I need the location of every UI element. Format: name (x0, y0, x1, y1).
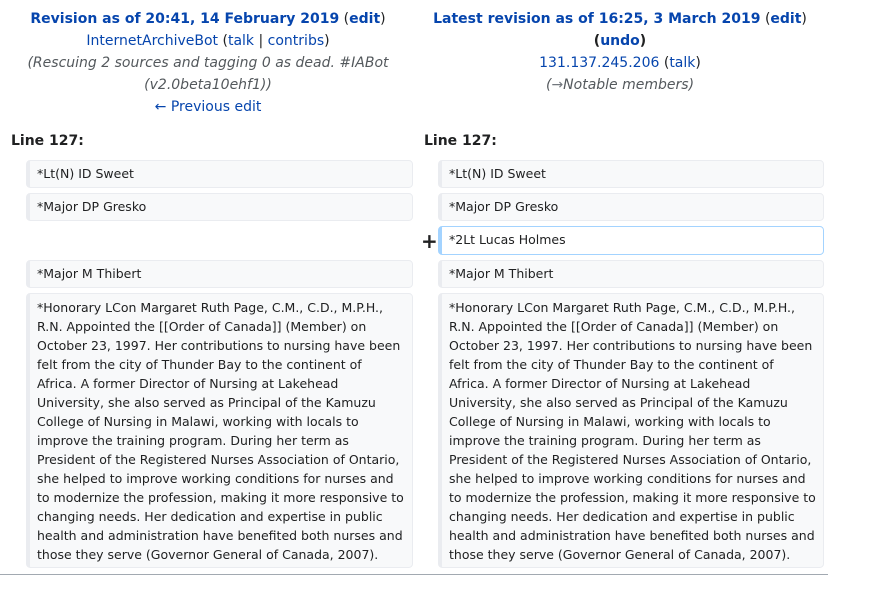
new-revision-title-link[interactable]: Latest revision as of 16:25, 3 March 201… (433, 11, 760, 27)
new-talk-close-paren: ) (695, 55, 701, 71)
new-context-line: *Major DP Gresko (438, 193, 824, 221)
new-context-paragraph: *Honorary LCon Margaret Ruth Page, C.M.,… (438, 293, 824, 568)
new-edit-summary: Notable members (563, 77, 689, 93)
old-links-separator: | (258, 33, 264, 49)
undo-close-paren: ) (639, 33, 647, 49)
added-line-marker: + (421, 229, 438, 253)
previous-edit-link[interactable]: ← Previous edit (155, 99, 262, 115)
new-edit-link[interactable]: edit (770, 11, 801, 27)
old-edit-close-paren: ) (380, 11, 386, 27)
old-user-link[interactable]: InternetArchiveBot (86, 33, 218, 49)
old-edit-link[interactable]: edit (349, 11, 380, 27)
old-contribs-link[interactable]: contribs (268, 33, 324, 49)
old-line-number: Line 127: (11, 133, 84, 149)
old-context-line: *Lt(N) ID Sweet (26, 160, 413, 188)
new-edit-close-paren: ) (801, 11, 807, 27)
old-edit-summary-line2: (v2.0beta10ehf1)) (144, 77, 272, 93)
old-context-paragraph: *Honorary LCon Margaret Ruth Page, C.M.,… (26, 293, 413, 568)
section-arrow-link[interactable]: → (551, 77, 563, 93)
new-context-line: *Major M Thibert (438, 260, 824, 288)
old-context-line: *Major M Thibert (26, 260, 413, 288)
new-talk-link[interactable]: talk (669, 55, 695, 71)
new-line-number: Line 127: (424, 133, 497, 149)
old-talk-close-paren: ) (324, 33, 330, 49)
new-user-link[interactable]: 131.137.245.206 (539, 55, 659, 71)
old-revision-title-link[interactable]: Revision as of 20:41, 14 February 2019 (30, 11, 339, 27)
old-edit-summary-line1: (Rescuing 2 sources and tagging 0 as dea… (27, 55, 389, 71)
undo-link[interactable]: undo (600, 33, 640, 49)
new-context-line: *Lt(N) ID Sweet (438, 160, 824, 188)
old-context-line: *Major DP Gresko (26, 193, 413, 221)
old-talk-link[interactable]: talk (228, 33, 254, 49)
new-revision-header: Latest revision as of 16:25, 3 March 201… (412, 8, 828, 96)
new-summary-close-paren: ) (688, 77, 695, 93)
bottom-divider (0, 574, 828, 575)
added-line: *2Lt Lucas Holmes (438, 226, 824, 255)
old-revision-header: Revision as of 20:41, 14 February 2019 (… (0, 8, 416, 118)
